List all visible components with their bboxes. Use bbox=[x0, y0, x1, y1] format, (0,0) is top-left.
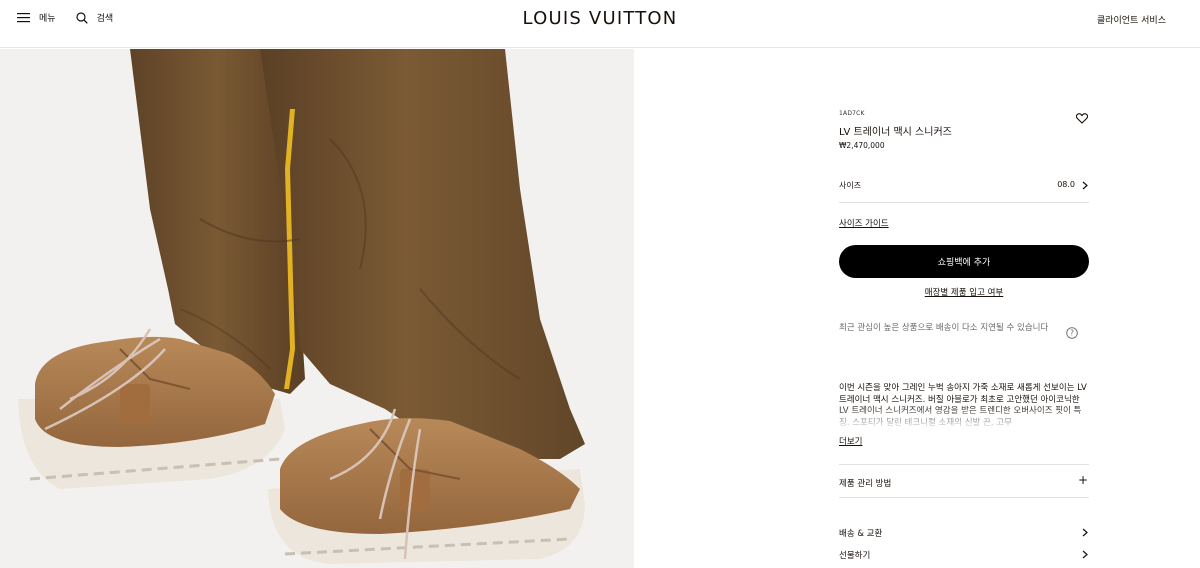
shipping-returns-link[interactable]: 배송 & 교환 bbox=[839, 525, 1089, 541]
heart-icon bbox=[1075, 113, 1089, 124]
store-stock-link[interactable]: 매장별 제품 입고 여부 bbox=[839, 286, 1089, 298]
care-label: 제품 관리 방법 bbox=[839, 479, 892, 489]
question-icon[interactable]: ? bbox=[1066, 327, 1078, 339]
add-to-bag-button[interactable]: 쇼핑백에 추가 bbox=[839, 245, 1089, 278]
plus-icon: + bbox=[1077, 473, 1088, 487]
svg-text:?: ? bbox=[1070, 329, 1074, 338]
delivery-notice: 최근 관심이 높은 상품으로 배송이 다소 지연될 수 있습니다 bbox=[839, 323, 1049, 333]
product-sku: 1AD7CK bbox=[839, 110, 865, 117]
size-selector[interactable]: 사이즈 08.0 bbox=[839, 171, 1089, 203]
gift-link[interactable]: 선물하기 bbox=[839, 547, 1089, 563]
brand-logo[interactable]: LOUIS VUITTON bbox=[0, 8, 1200, 29]
care-accordion[interactable]: 제품 관리 방법 + bbox=[839, 464, 1089, 498]
chevron-right-icon bbox=[1082, 550, 1088, 559]
shipping-label: 배송 & 교환 bbox=[839, 529, 883, 539]
product-name: LV 트레이너 맥시 스니커즈 bbox=[839, 127, 952, 138]
product-photo-illustration bbox=[0, 49, 634, 568]
product-image[interactable] bbox=[0, 49, 634, 568]
chevron-right-icon bbox=[1082, 181, 1088, 190]
description-fade bbox=[839, 405, 1089, 431]
wishlist-button[interactable] bbox=[1075, 109, 1089, 128]
read-more-link[interactable]: 더보기 bbox=[839, 435, 862, 447]
header: 메뉴 검색 LOUIS VUITTON 클라이언트 서비스 bbox=[0, 0, 1200, 48]
product-price: ₩2,470,000 bbox=[839, 141, 885, 150]
client-service-link[interactable]: 클라이언트 서비스 bbox=[1097, 13, 1166, 26]
size-label: 사이즈 bbox=[839, 181, 862, 190]
size-guide-link[interactable]: 사이즈 가이드 bbox=[839, 217, 889, 229]
size-value: 08.0 bbox=[1057, 180, 1075, 189]
chevron-right-icon bbox=[1082, 528, 1088, 537]
gift-label: 선물하기 bbox=[839, 551, 871, 561]
